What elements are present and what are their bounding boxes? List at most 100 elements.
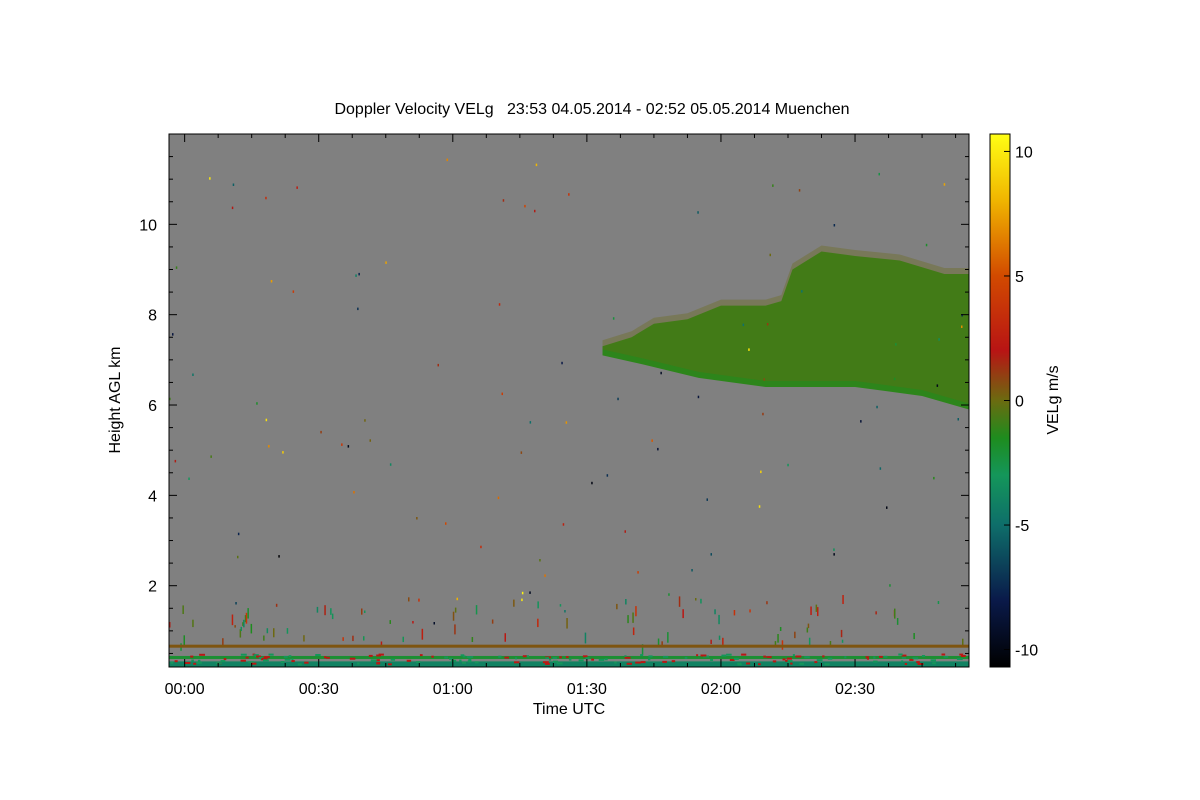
noise-pixel [192,373,194,376]
plot-area: 00:00 00:30 01:00 01:30 02:00 02:30 2 4 6 8 10 [139,133,970,698]
surface-echo-pixel [604,658,608,661]
noise-pixel [961,325,963,328]
noise-pixel [616,603,618,610]
surface-echo-pixel [387,663,392,666]
noise-pixel [232,183,235,186]
noise-pixel [895,343,897,346]
noise-pixel [817,607,819,617]
surface-echo-pixel [816,659,823,662]
noise-pixel [237,532,240,536]
y-tick-label: 4 [148,488,157,505]
surface-echo-pixel [357,662,360,665]
noise-pixel [358,272,360,276]
surface-echo-pixel [193,662,197,665]
noise-pixel [889,584,891,587]
surface-echo-pixel [431,655,434,658]
surface-echo-pixel [943,655,949,658]
noise-pixel [361,608,363,615]
noise-pixel [353,491,355,494]
surface-echo-pixel [552,660,559,663]
noise-pixel [352,635,354,642]
noise-pixel [491,619,494,624]
surface-echo-pixel [390,658,396,661]
surface-echo-pixel [288,655,292,658]
surface-echo-pixel [197,659,201,662]
surface-echo-pixel [504,656,510,659]
colorbar: 10 5 0 -5 -10 [989,133,1038,668]
surface-echo-pixel [626,662,633,665]
noise-pixel [733,610,736,616]
noise-pixel [749,609,751,613]
noise-pixel [324,605,326,616]
surface-echo-pixel [624,656,631,659]
noise-pixel [471,637,474,643]
noise-pixel [369,439,371,442]
colorbar-label: VELg m/s [1045,365,1062,434]
noise-pixel [270,280,273,283]
noise-pixel [385,261,387,264]
surface-echo-pixel [814,661,818,664]
surface-echo-pixel [297,663,302,666]
noise-pixel [524,204,526,208]
surface-echo-pixel [671,660,676,663]
noise-pixel [275,603,278,607]
surface-echo-pixel [462,661,467,664]
noise-pixel [421,628,424,640]
surface-echo-pixel [245,656,249,659]
noise-pixel [627,615,629,624]
surface-echo-pixel [406,659,412,662]
surface-echo-pixel [240,653,247,656]
surface-echo-pixel [961,655,966,657]
surface-echo-pixel [585,657,590,660]
noise-pixel [192,619,194,628]
surface-echo-pixel [733,657,739,660]
noise-pixel [624,530,626,533]
noise-pixel [660,371,662,375]
noise-pixel [584,632,587,644]
noise-pixel [657,638,660,646]
surface-echo-pixel [721,654,727,657]
surface-echo-pixel [700,654,707,657]
surface-echo-pixel [568,658,572,661]
x-tick-label: 01:00 [433,681,473,698]
noise-pixel [833,553,835,556]
noise-pixel [718,635,721,640]
noise-pixel [879,467,882,470]
noise-pixel [273,628,275,638]
noise-pixel [668,593,670,596]
noise-pixel [330,608,332,615]
surface-echo-pixel [283,655,288,658]
noise-pixel [886,506,888,509]
surface-echo-pixel [223,658,227,661]
colorbar-tick-label: -5 [1015,518,1029,535]
noise-pixel [231,614,234,626]
surface-echo-pixel [324,656,327,659]
surface-echo-pixel [901,660,904,663]
surface-echo-pixel [498,655,502,658]
noise-pixel [175,266,178,269]
surface-echo-pixel [591,658,595,661]
surface-echo-pixel [552,657,557,660]
noise-pixel [237,555,239,559]
chart-title: Doppler Velocity VELg 23:53 04.05.2014 -… [334,101,849,118]
noise-pixel [606,474,609,477]
surface-echo-pixel [462,655,466,658]
x-tick-label: 02:00 [701,681,741,698]
noise-pixel [632,627,635,636]
surface-echo-pixel [873,660,878,663]
noise-pixel [695,598,697,601]
surface-echo-pixel [865,656,870,659]
surface-echo-pixel [824,663,830,666]
noise-pixel [657,447,659,451]
surface-echo-pixel [304,661,309,664]
surface-echo-pixel [787,661,791,664]
noise-pixel [807,623,810,629]
noise-pixel [286,628,289,634]
noise-pixel [535,163,538,167]
surface-echo-pixel [763,655,766,658]
noise-pixel [612,317,615,320]
noise-pixel [537,601,539,609]
noise-pixel [697,211,699,214]
noise-pixel [235,602,237,605]
surface-echo-pixel [795,655,802,658]
